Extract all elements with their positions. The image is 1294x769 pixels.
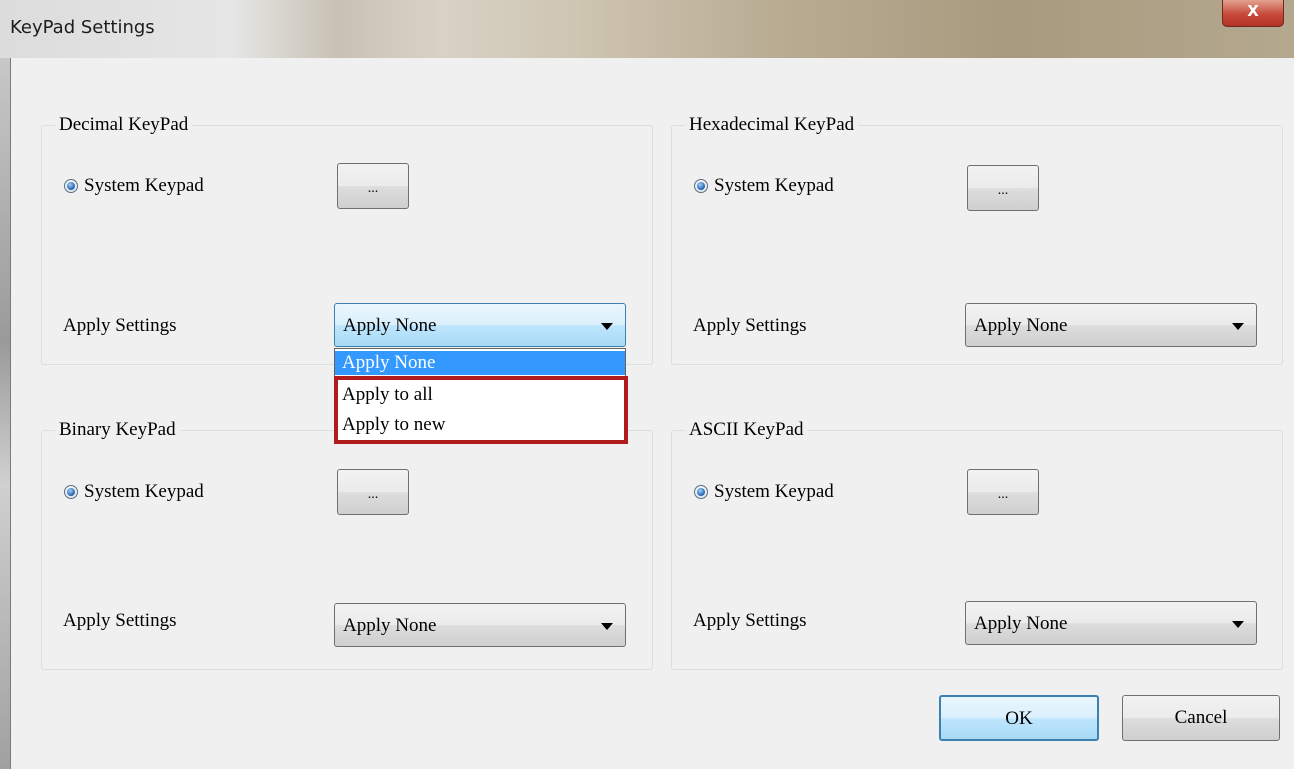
binary-apply-settings-label: Apply Settings (63, 610, 177, 631)
ascii-keypad-title: ASCII KeyPad (685, 420, 808, 440)
ascii-browse-button[interactable]: ... (967, 469, 1039, 515)
ascii-apply-settings-label: Apply Settings (693, 610, 807, 631)
decimal-browse-button[interactable]: ... (337, 163, 409, 209)
ok-button[interactable]: OK (939, 695, 1099, 741)
binary-browse-button[interactable]: ... (337, 469, 409, 515)
binary-keypad-title: Binary KeyPad (55, 420, 180, 440)
chevron-down-icon[interactable] (601, 323, 613, 330)
combo-value: Apply None (343, 315, 437, 336)
dropdown-option[interactable]: Apply None (335, 351, 625, 375)
window-title: KeyPad Settings (10, 17, 155, 38)
radio-label: System Keypad (84, 481, 204, 502)
hexadecimal-browse-button[interactable]: ... (967, 165, 1039, 211)
cancel-button[interactable]: Cancel (1122, 695, 1280, 741)
radio-label: System Keypad (84, 175, 204, 196)
annotation-highlight-box (334, 376, 628, 444)
chevron-down-icon[interactable] (1232, 621, 1244, 628)
decimal-system-keypad-radio[interactable]: System Keypad (64, 175, 204, 197)
ascii-apply-settings-combo[interactable]: Apply None (965, 601, 1257, 645)
title-bar[interactable]: KeyPad Settings X (0, 0, 1294, 58)
chevron-down-icon[interactable] (1232, 323, 1244, 330)
decimal-apply-settings-combo[interactable]: Apply None (334, 303, 626, 347)
radio-label: System Keypad (714, 481, 834, 502)
hexadecimal-system-keypad-radio[interactable]: System Keypad (694, 175, 834, 197)
hexadecimal-apply-settings-label: Apply Settings (693, 315, 807, 336)
ascii-system-keypad-radio[interactable]: System Keypad (694, 481, 834, 503)
decimal-apply-settings-label: Apply Settings (63, 315, 177, 336)
radio-button-icon[interactable] (694, 179, 708, 193)
radio-button-icon[interactable] (64, 485, 78, 499)
window-frame-edge (0, 58, 10, 769)
close-button[interactable]: X (1222, 0, 1284, 27)
hexadecimal-apply-settings-combo[interactable]: Apply None (965, 303, 1257, 347)
radio-button-icon[interactable] (694, 485, 708, 499)
chevron-down-icon[interactable] (601, 623, 613, 630)
radio-button-icon[interactable] (64, 179, 78, 193)
binary-apply-settings-combo[interactable]: Apply None (334, 603, 626, 647)
decimal-keypad-title: Decimal KeyPad (55, 115, 193, 135)
hexadecimal-keypad-title: Hexadecimal KeyPad (685, 115, 859, 135)
combo-value: Apply None (343, 615, 437, 636)
binary-system-keypad-radio[interactable]: System Keypad (64, 481, 204, 503)
combo-value: Apply None (974, 315, 1068, 336)
radio-label: System Keypad (714, 175, 834, 196)
combo-value: Apply None (974, 613, 1068, 634)
